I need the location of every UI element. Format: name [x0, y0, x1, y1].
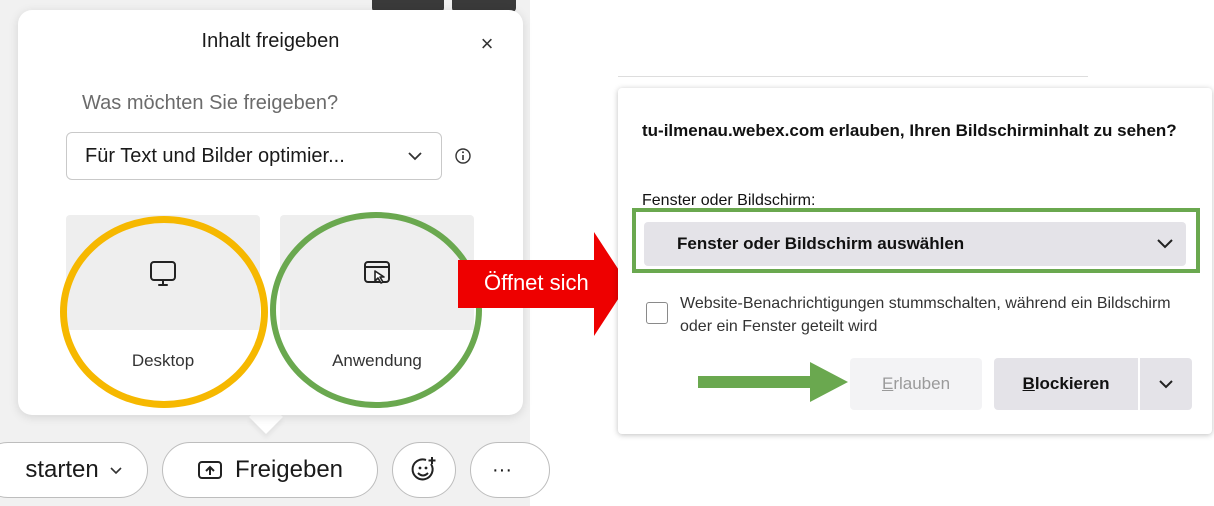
- mute-notifications-label: Website-Benachrichtigungen stummschalten…: [680, 295, 1171, 335]
- close-icon: ×: [480, 31, 494, 56]
- optimize-select-value: Für Text und Bilder optimier...: [85, 144, 345, 167]
- monitor-icon: [150, 261, 176, 286]
- dialog-title: tu-ilmenau.webex.com erlauben, Ihren Bil…: [642, 121, 1177, 140]
- share-label: Freigeben: [234, 456, 344, 483]
- arrow-annotation-label: Öffnet sich: [484, 270, 589, 295]
- smiley-plus-icon: [411, 457, 436, 481]
- application-option-label: Anwendung: [332, 351, 422, 370]
- mute-notifications-checkbox[interactable]: [646, 302, 668, 324]
- block-options-dropdown[interactable]: [1140, 358, 1192, 410]
- desktop-option-card[interactable]: Desktop: [66, 215, 260, 385]
- chevron-down-icon: [1159, 380, 1173, 389]
- allow-accesskey: E: [881, 374, 894, 393]
- optimize-select[interactable]: Für Text und Bilder optimier...: [66, 132, 442, 180]
- share-button[interactable]: Freigeben: [162, 442, 378, 498]
- info-icon[interactable]: [454, 147, 472, 165]
- more-options-button[interactable]: ···: [470, 442, 550, 498]
- app-window-cursor-icon: [364, 261, 390, 284]
- application-option-card[interactable]: Anwendung: [280, 215, 474, 385]
- allow-label-rest: rlauben: [893, 374, 951, 393]
- block-button[interactable]: Blockieren: [994, 358, 1138, 410]
- block-label-rest: lockieren: [1034, 374, 1110, 393]
- close-button[interactable]: ×: [476, 31, 498, 56]
- allow-button[interactable]: Erlauben: [850, 358, 982, 410]
- chevron-down-icon: [408, 152, 422, 161]
- desktop-option-label: Desktop: [131, 351, 195, 370]
- start-label: starten: [25, 456, 99, 483]
- start-menu-button[interactable]: starten: [0, 442, 148, 498]
- window-select-highlight-box: [632, 208, 1200, 273]
- share-content-popover: Inhalt freigeben × Was möchten Sie freig…: [18, 10, 523, 415]
- chevron-down-icon: [110, 466, 122, 474]
- reactions-button[interactable]: [392, 442, 456, 498]
- more-icon: ···: [492, 458, 512, 481]
- block-accesskey: B: [1022, 374, 1035, 393]
- popover-title: Inhalt freigeben: [201, 30, 340, 52]
- green-arrow-shape: [698, 362, 848, 402]
- share-screen-icon: [197, 461, 222, 479]
- meeting-control-bar: starten Freigeben ···: [0, 432, 550, 506]
- share-question: Was möchten Sie freigeben?: [82, 92, 339, 114]
